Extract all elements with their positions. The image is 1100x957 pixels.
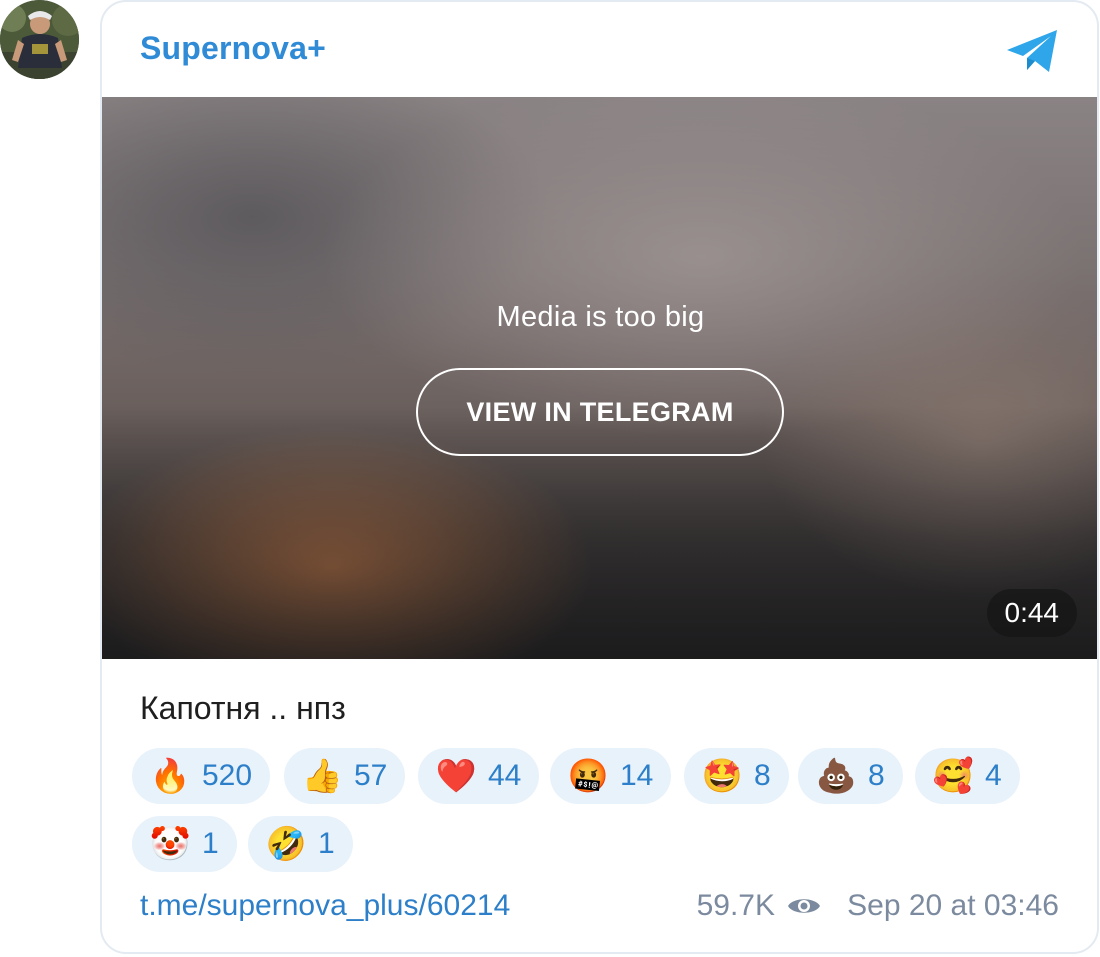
reaction-heart[interactable]: ❤️ 44 [418, 748, 540, 804]
telegram-post-widget: Supernova+ Media is too big VIEW IN TELE… [0, 0, 1100, 957]
reaction-count: 8 [754, 759, 771, 792]
fire-icon: 🔥 [149, 756, 191, 795]
poop-icon: 💩 [815, 756, 857, 795]
clown-icon: 🤡 [149, 824, 191, 863]
reaction-cursing-face[interactable]: 🤬 14 [550, 748, 672, 804]
cursing-face-icon: 🤬 [567, 756, 609, 795]
reaction-star-struck[interactable]: 🤩 8 [684, 748, 789, 804]
channel-avatar[interactable] [0, 0, 79, 79]
reaction-count: 8 [868, 759, 885, 792]
post-bubble: Supernova+ Media is too big VIEW IN TELE… [100, 0, 1099, 954]
reaction-count: 14 [620, 759, 654, 792]
view-count-value: 59.7K [696, 889, 775, 922]
reaction-fire[interactable]: 🔥 520 [132, 748, 271, 804]
rofl-icon: 🤣 [265, 824, 307, 863]
channel-name[interactable]: Supernova+ [140, 30, 326, 67]
post-header: Supernova+ [102, 2, 1097, 99]
media-too-big-message: Media is too big [496, 301, 705, 333]
reaction-poop[interactable]: 💩 8 [798, 748, 903, 804]
eye-icon [788, 899, 820, 913]
reaction-count: 1 [318, 827, 335, 860]
view-count: 59.7K [697, 889, 821, 923]
smiling-hearts-icon: 🥰 [932, 756, 974, 795]
reaction-thumbs-up[interactable]: 👍 57 [284, 748, 406, 804]
reaction-count: 57 [354, 759, 388, 792]
video-duration-badge: 0:44 [986, 589, 1077, 637]
post-link[interactable]: t.me/supernova_plus/60214 [140, 889, 510, 923]
thumbs-up-icon: 👍 [301, 756, 343, 795]
reaction-count: 4 [985, 759, 1002, 792]
reaction-count: 1 [202, 827, 219, 860]
reaction-rofl[interactable]: 🤣 1 [248, 816, 353, 872]
reaction-smiling-hearts[interactable]: 🥰 4 [915, 748, 1020, 804]
star-struck-icon: 🤩 [701, 756, 743, 795]
reaction-count: 520 [202, 759, 253, 792]
heart-icon: ❤️ [435, 756, 477, 795]
telegram-logo-icon[interactable] [1005, 28, 1061, 76]
post-date: Sep 20 at 03:46 [847, 889, 1059, 922]
media-preview[interactable]: Media is too big VIEW IN TELEGRAM 0:44 [102, 97, 1097, 659]
reaction-clown[interactable]: 🤡 1 [132, 816, 237, 872]
view-in-telegram-button[interactable]: VIEW IN TELEGRAM [416, 368, 784, 456]
reaction-count: 44 [488, 759, 522, 792]
post-caption: Капотня .. нпз [140, 690, 346, 726]
